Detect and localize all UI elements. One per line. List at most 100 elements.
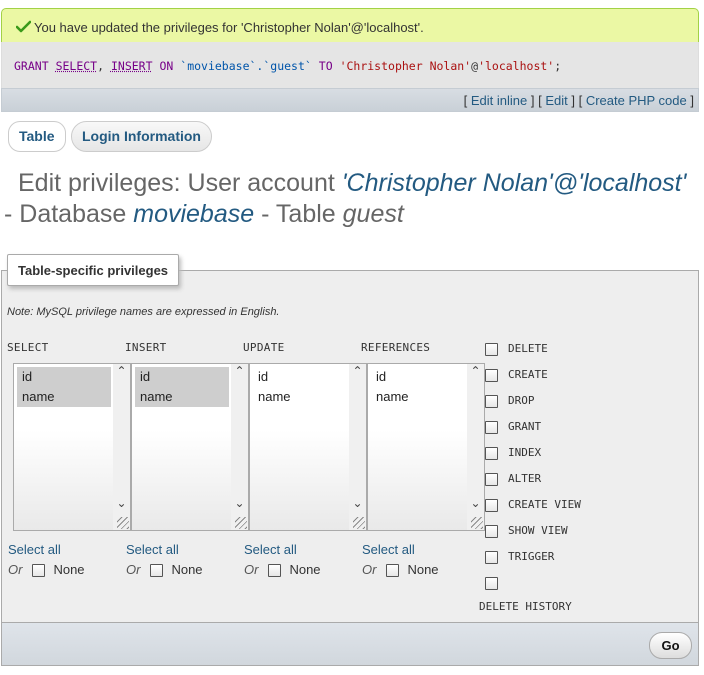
- sql-query: GRANT SELECT, INSERT ON `moviebase`.`gue…: [1, 42, 699, 88]
- title-table-name: guest: [342, 200, 404, 228]
- bracket: ] [: [530, 93, 542, 108]
- bracket: [: [463, 93, 468, 108]
- privilege-label: DROP: [508, 394, 535, 407]
- list-item[interactable]: id: [253, 367, 347, 387]
- column-header-references: REFERENCES: [361, 341, 431, 354]
- sql-keyword-link[interactable]: INSERT: [111, 59, 153, 73]
- privilege-drop[interactable]: DROP: [485, 391, 535, 411]
- sql-keyword: ON: [159, 59, 174, 73]
- list-item[interactable]: id: [17, 367, 111, 387]
- privilege-delete-history-label: DELETE HISTORY: [479, 600, 572, 613]
- none-option-insert: Or None: [126, 562, 203, 578]
- privilege-checkbox[interactable]: [485, 420, 498, 434]
- create-php-code-link[interactable]: Create PHP code: [586, 93, 687, 108]
- privilege-checkbox[interactable]: [485, 342, 498, 356]
- sql-punct: ,: [97, 59, 105, 73]
- chevron-down-icon[interactable]: ⌄: [231, 496, 248, 510]
- select-all-update-link[interactable]: Select all: [244, 542, 297, 557]
- privilege-checkbox[interactable]: [485, 498, 498, 512]
- privilege-checkbox[interactable]: [485, 550, 498, 564]
- scrollbar[interactable]: ⌃ ⌄: [231, 364, 248, 530]
- privilege-alter[interactable]: ALTER: [485, 469, 541, 489]
- insert-columns-list[interactable]: id name ⌃ ⌄: [131, 363, 249, 531]
- update-columns-list[interactable]: id name ⌃ ⌄: [249, 363, 367, 531]
- privilege-label: GRANT: [508, 420, 542, 433]
- title-db-label: - Database: [4, 200, 127, 228]
- privilege-label: CREATE VIEW: [508, 498, 581, 511]
- list-item[interactable]: name: [253, 387, 347, 407]
- fieldset-legend: Table-specific privileges: [7, 254, 180, 286]
- privilege-grant[interactable]: GRANT: [485, 417, 541, 437]
- privilege-note: Note: MySQL privilege names are expresse…: [7, 306, 280, 318]
- privilege-checkbox[interactable]: [485, 446, 498, 460]
- privilege-create[interactable]: CREATE: [485, 365, 548, 385]
- resize-grip-icon[interactable]: [471, 517, 483, 529]
- privilege-delete[interactable]: DELETE: [485, 339, 548, 359]
- select-all-select-link[interactable]: Select all: [8, 542, 61, 557]
- sql-keyword-link[interactable]: SELECT: [56, 59, 98, 73]
- edit-inline-link[interactable]: Edit inline: [471, 93, 527, 108]
- privilege-checkbox[interactable]: [485, 368, 498, 382]
- chevron-up-icon[interactable]: ⌃: [467, 364, 484, 378]
- none-checkbox[interactable]: [150, 564, 164, 578]
- resize-grip-icon[interactable]: [235, 517, 247, 529]
- select-all-insert-link[interactable]: Select all: [126, 542, 179, 557]
- select-columns-list[interactable]: id name ⌃ ⌄: [13, 363, 131, 531]
- or-label: Or: [8, 562, 23, 577]
- list-item[interactable]: id: [371, 367, 465, 387]
- tab-login-information[interactable]: Login Information: [71, 121, 212, 152]
- chevron-up-icon[interactable]: ⌃: [231, 364, 248, 378]
- success-message: You have updated the privileges for 'Chr…: [1, 8, 699, 42]
- privilege-show-view[interactable]: SHOW VIEW: [485, 521, 568, 541]
- privilege-label: INDEX: [508, 446, 542, 459]
- column-header-select: SELECT: [7, 341, 49, 354]
- privilege-index[interactable]: INDEX: [485, 443, 541, 463]
- none-label: None: [53, 562, 85, 577]
- select-all-references-link[interactable]: Select all: [362, 542, 415, 557]
- privilege-delete-history-checkbox-row[interactable]: [485, 573, 508, 593]
- list-item[interactable]: name: [135, 387, 229, 407]
- sql-actions: [ Edit inline ] [ Edit ] [ Create PHP co…: [1, 88, 699, 112]
- privilege-trigger[interactable]: TRIGGER: [485, 547, 554, 567]
- title-prefix: Edit privileges: User account: [18, 169, 335, 197]
- chevron-up-icon[interactable]: ⌃: [349, 364, 366, 378]
- privilege-label: TRIGGER: [508, 550, 555, 563]
- chevron-down-icon[interactable]: ⌄: [349, 496, 366, 510]
- none-checkbox[interactable]: [386, 564, 400, 578]
- privilege-label: SHOW VIEW: [508, 524, 568, 537]
- privilege-create-view[interactable]: CREATE VIEW: [485, 495, 581, 515]
- privilege-label: CREATE: [508, 368, 548, 381]
- none-checkbox[interactable]: [32, 564, 46, 578]
- none-label: None: [407, 562, 439, 577]
- scrollbar[interactable]: ⌃ ⌄: [113, 364, 130, 530]
- go-button[interactable]: Go: [649, 632, 692, 659]
- none-option-select: Or None: [8, 562, 85, 578]
- references-columns-list[interactable]: id name ⌃ ⌄: [367, 363, 485, 531]
- edit-link[interactable]: Edit: [545, 93, 567, 108]
- scrollbar[interactable]: ⌃ ⌄: [467, 364, 484, 530]
- none-checkbox[interactable]: [268, 564, 282, 578]
- privilege-checkbox[interactable]: [485, 472, 498, 486]
- privilege-checkbox[interactable]: [485, 524, 498, 538]
- bracket: ]: [690, 93, 694, 108]
- resize-grip-icon[interactable]: [117, 517, 129, 529]
- list-item[interactable]: name: [17, 387, 111, 407]
- chevron-down-icon[interactable]: ⌄: [467, 496, 484, 510]
- list-item[interactable]: id: [135, 367, 229, 387]
- page-title: Edit privileges: User account 'Christoph…: [4, 168, 694, 230]
- tab-table[interactable]: Table: [8, 121, 66, 152]
- list-item[interactable]: name: [371, 387, 465, 407]
- chevron-down-icon[interactable]: ⌄: [113, 496, 130, 510]
- sql-keyword: GRANT: [14, 59, 49, 73]
- sql-string: 'localhost': [478, 59, 555, 73]
- sql-identifier: `moviebase`.`guest`: [180, 59, 312, 73]
- chevron-up-icon[interactable]: ⌃: [113, 364, 130, 378]
- sql-string: 'Christopher Nolan': [339, 59, 472, 73]
- privilege-label: ALTER: [508, 472, 542, 485]
- none-option-references: Or None: [362, 562, 439, 578]
- privilege-checkbox[interactable]: [485, 394, 498, 408]
- success-text: You have updated the privileges for 'Chr…: [34, 20, 424, 35]
- privilege-checkbox[interactable]: [485, 576, 498, 590]
- scrollbar[interactable]: ⌃ ⌄: [349, 364, 366, 530]
- resize-grip-icon[interactable]: [353, 517, 365, 529]
